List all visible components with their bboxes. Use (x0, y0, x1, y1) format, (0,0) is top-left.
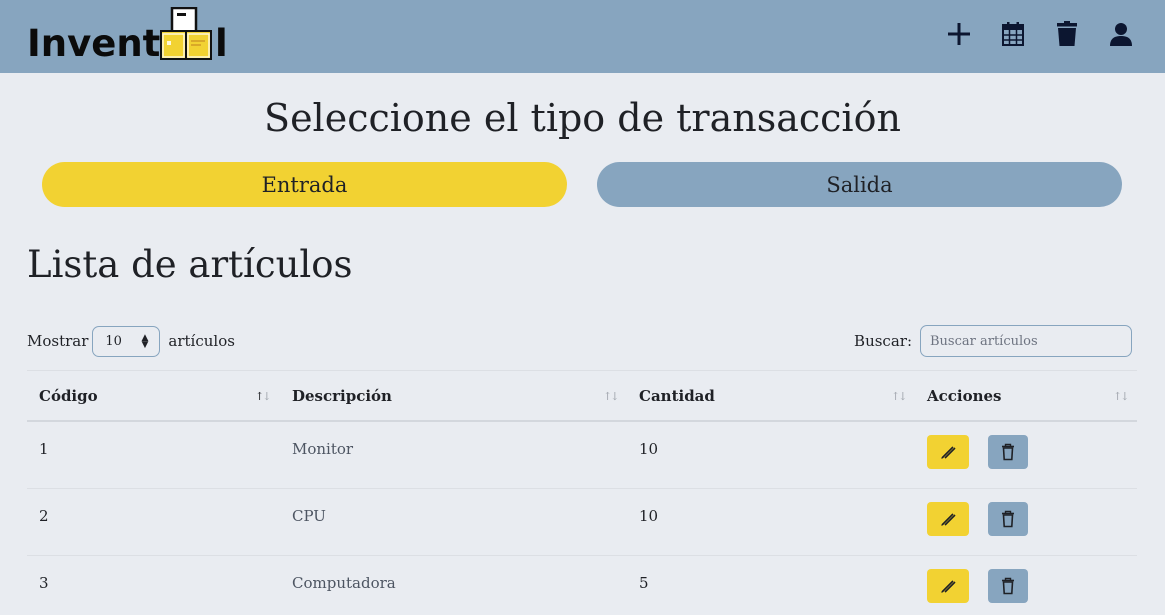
column-header-cantidad[interactable]: Cantidad (639, 371, 914, 421)
search-label: Buscar: (854, 332, 912, 350)
cell-cantidad: 10 (639, 440, 659, 458)
sort-icon: ↑↓ (603, 390, 620, 403)
trash-icon (1002, 443, 1014, 461)
column-header-descripcion[interactable]: Descripción (292, 371, 622, 421)
edit-button[interactable] (927, 569, 969, 603)
brand-name: Invent l (27, 22, 228, 65)
entrada-button[interactable]: Entrada (42, 162, 567, 207)
column-header-acciones[interactable]: Acciones (927, 371, 1127, 421)
page-title: Seleccione el tipo de transacción (264, 96, 901, 140)
list-title: Lista de artículos (27, 243, 353, 286)
pencil-icon (941, 513, 956, 526)
column-header-codigo[interactable]: Código (39, 371, 279, 421)
length-control: Mostrar 10 ▲ ▼ artículos (27, 325, 235, 357)
table-row: 3 Computadora 5 (27, 556, 1137, 615)
calendar-icon[interactable] (999, 20, 1027, 48)
cell-codigo: 1 (39, 440, 49, 458)
cell-descripcion: CPU (292, 507, 326, 525)
cell-cantidad: 10 (639, 507, 659, 525)
cell-codigo: 3 (39, 574, 49, 592)
edit-button[interactable] (927, 435, 969, 469)
edit-button[interactable] (927, 502, 969, 536)
table-header: Código ↑↓ Descripción ↑↓ Cantidad ↑↓ Acc… (27, 370, 1137, 422)
delete-button[interactable] (988, 502, 1028, 536)
inventory-boxes-icon (160, 7, 212, 60)
length-suffix-label: artículos (168, 332, 235, 350)
trash-icon (1002, 510, 1014, 528)
search-input[interactable] (920, 325, 1132, 357)
table-body: 1 Monitor 10 2 CPU 10 3 Computadora 5 (27, 422, 1137, 615)
length-prefix-label: Mostrar (27, 332, 89, 350)
sort-icon: ↑↓ (1113, 390, 1130, 403)
user-icon[interactable] (1107, 20, 1135, 48)
pencil-icon (941, 580, 956, 593)
page-length-value: 10 (105, 333, 122, 349)
trash-icon (1002, 577, 1014, 595)
items-table: Código ↑↓ Descripción ↑↓ Cantidad ↑↓ Acc… (27, 370, 1137, 615)
plus-icon[interactable] (945, 20, 973, 48)
select-arrows-icon: ▲ ▼ (141, 332, 149, 350)
search-control: Buscar: (854, 325, 1132, 357)
page-length-select[interactable]: 10 ▲ ▼ (92, 325, 161, 357)
cell-codigo: 2 (39, 507, 49, 525)
salida-button[interactable]: Salida (597, 162, 1122, 207)
trash-icon[interactable] (1053, 20, 1081, 48)
sort-asc-icon: ↑↓ (255, 390, 272, 403)
cell-cantidad: 5 (639, 574, 649, 592)
delete-button[interactable] (988, 569, 1028, 603)
pencil-icon (941, 446, 956, 459)
sort-icon: ↑↓ (891, 390, 908, 403)
top-navbar: Invent l (0, 0, 1165, 73)
cell-descripcion: Monitor (292, 440, 354, 458)
cell-descripcion: Computadora (292, 574, 396, 592)
brand-logo[interactable]: Invent l (27, 7, 228, 67)
table-row: 2 CPU 10 (27, 489, 1137, 556)
table-row: 1 Monitor 10 (27, 422, 1137, 489)
delete-button[interactable] (988, 435, 1028, 469)
